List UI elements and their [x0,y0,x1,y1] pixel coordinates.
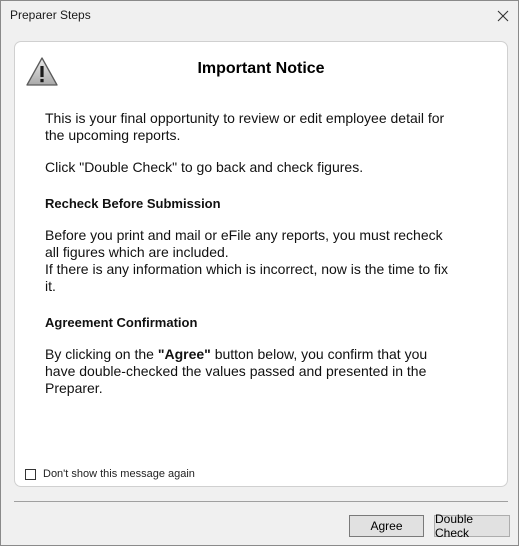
recheck-line-2: all figures which are included. [45,244,229,260]
agreement-bold-text: "Agree" [157,346,211,362]
agreement-title: Agreement Confirmation [45,315,198,330]
notice-panel: Important Notice This is your final oppo… [14,41,508,487]
double-check-button[interactable]: Double Check [434,512,510,540]
agreement-line-1: By clicking on the "Agree" button below,… [45,346,485,363]
preparer-steps-dialog: Preparer Steps Important Notice This is … [0,0,519,546]
agreement-pre-text: By clicking on the [45,346,158,362]
notice-heading: Important Notice [197,60,325,77]
dont-show-again-label: Don't show this message again [43,468,195,480]
close-icon [497,10,509,22]
recheck-paragraph: Before you print and mail or eFile any r… [45,227,485,295]
recheck-line-4: it. [45,278,56,294]
agreement-line-3: Preparer. [45,380,103,396]
dont-show-again-checkbox[interactable] [25,468,36,480]
dont-show-again-option[interactable]: Don't show this message again [25,468,195,480]
recheck-title: Recheck Before Submission [45,196,221,211]
intro-line-1: This is your final opportunity to review… [45,110,445,126]
recheck-line-3: If there is any information which is inc… [45,261,449,277]
click-hint: Click "Double Check" to go back and chec… [45,159,364,175]
agree-button[interactable]: Agree [349,515,424,537]
close-button[interactable] [488,1,518,31]
footer-separator [14,501,508,502]
title-bar: Preparer Steps [1,1,518,31]
agreement-line-2: have double-checked the values passed an… [45,363,427,379]
window-title: Preparer Steps [10,8,91,22]
intro-line-2: the upcoming reports. [45,127,181,143]
intro-paragraph: This is your final opportunity to review… [45,110,485,144]
recheck-line-1: Before you print and mail or eFile any r… [45,227,443,243]
agreement-post-text: button below, you confirm that you [210,346,428,362]
agreement-paragraph: By clicking on the "Agree" button below,… [45,346,485,397]
